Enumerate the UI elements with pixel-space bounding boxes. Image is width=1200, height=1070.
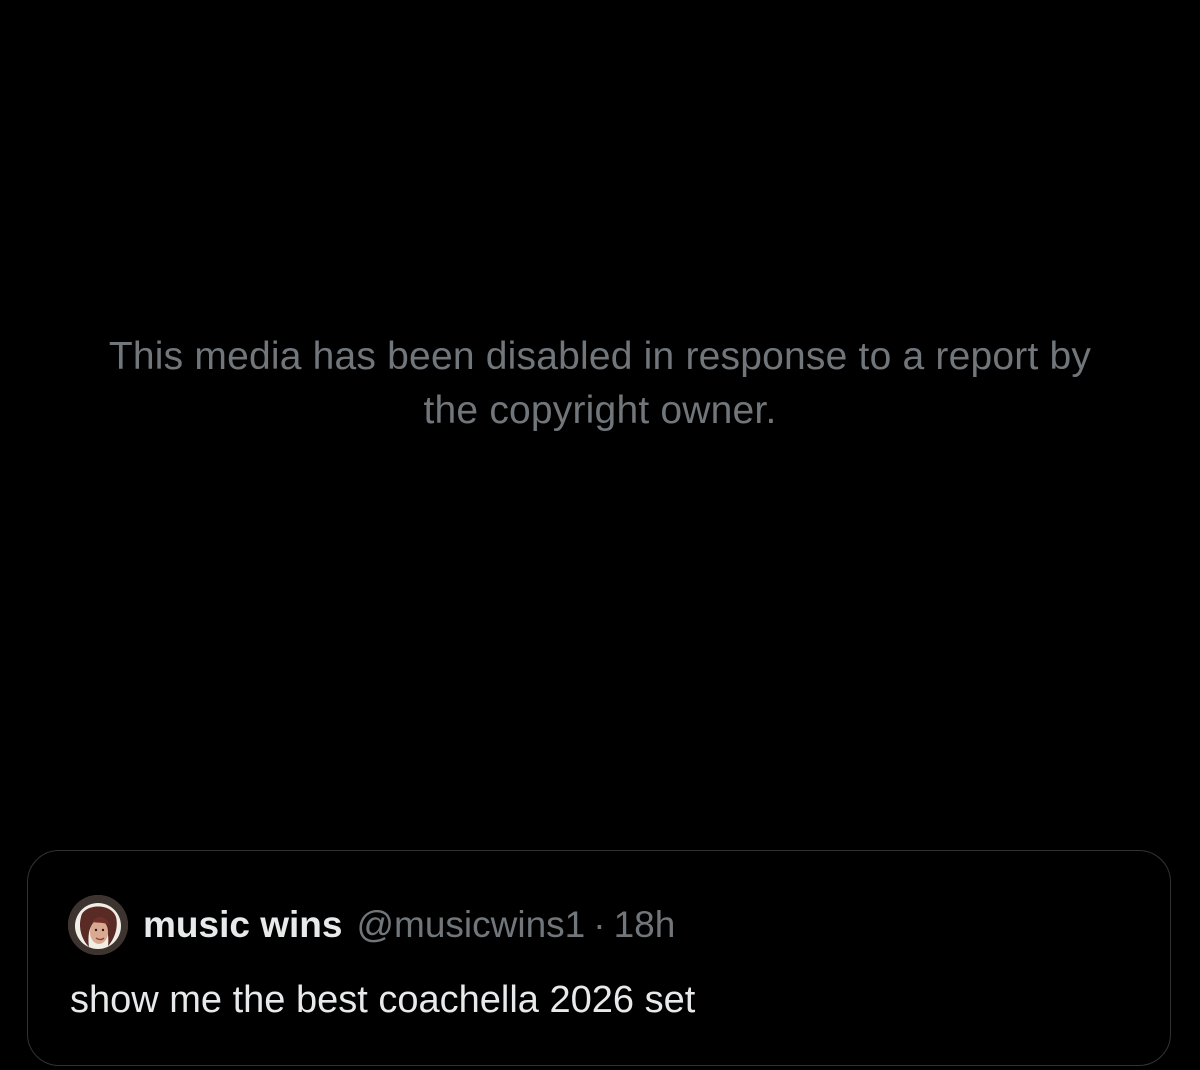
author-handle[interactable]: @musicwins1: [356, 904, 585, 946]
profile-avatar-icon[interactable]: [68, 895, 128, 955]
quoted-post-card[interactable]: music wins @musicwins1 · 18h show me the…: [27, 850, 1171, 1066]
post-timestamp[interactable]: 18h: [614, 904, 676, 946]
author-name[interactable]: music wins: [143, 904, 342, 946]
media-disabled-notice: This media has been disabled in response…: [108, 335, 1092, 432]
quoted-post-text: show me the best coachella 2026 set: [70, 979, 696, 1021]
post-page: This media has been disabled in response…: [0, 0, 1200, 1070]
metadata-separator: ·: [593, 904, 606, 945]
media-container[interactable]: This media has been disabled in response…: [0, 0, 1200, 840]
quoted-post-header: music wins @musicwins1 · 18h: [68, 893, 675, 957]
